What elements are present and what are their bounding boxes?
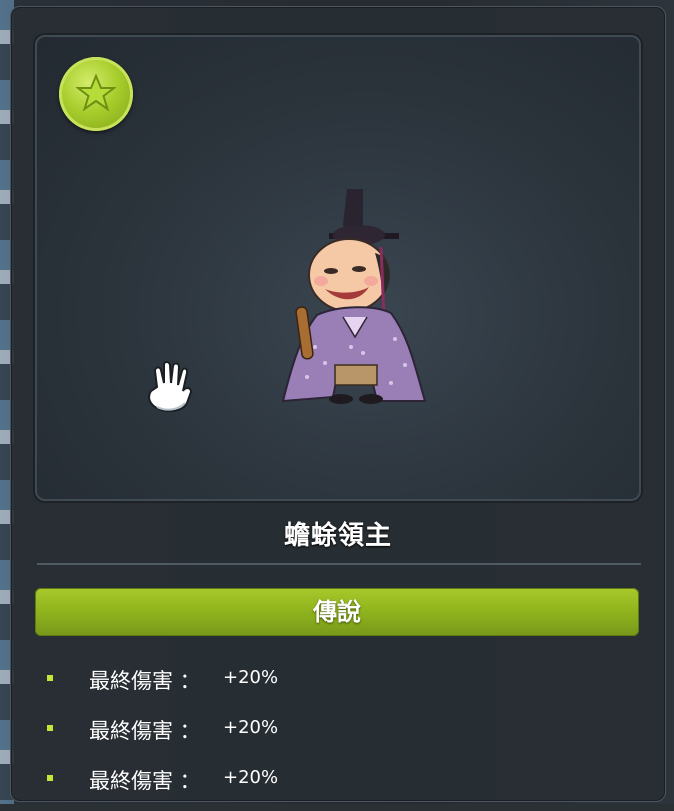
star-badge-icon	[59, 57, 133, 131]
potential-label: 最終傷害 ：	[89, 669, 201, 693]
potential-label: 最終傷害 ：	[89, 719, 201, 743]
toad-lord-character	[281, 189, 427, 404]
item-tooltip: 蟾蜍領主 傳說 最終傷害 ： +20% 最終傷害 ： +20% 最終傷害 ： +…	[10, 6, 666, 802]
item-name: 蟾蜍領主	[283, 521, 392, 551]
potential-grade-bar: 傳說	[35, 588, 639, 636]
divider	[37, 563, 641, 565]
potential-label: 最終傷害 ：	[89, 769, 201, 793]
bullet-icon	[47, 775, 53, 781]
glove-cursor-icon	[148, 361, 193, 412]
bullet-icon	[47, 675, 53, 681]
potential-value: +20%	[223, 717, 279, 738]
potential-value: +20%	[223, 767, 279, 788]
bullet-icon	[47, 725, 53, 731]
potential-value: +20%	[223, 667, 279, 688]
item-preview-panel	[35, 35, 641, 501]
